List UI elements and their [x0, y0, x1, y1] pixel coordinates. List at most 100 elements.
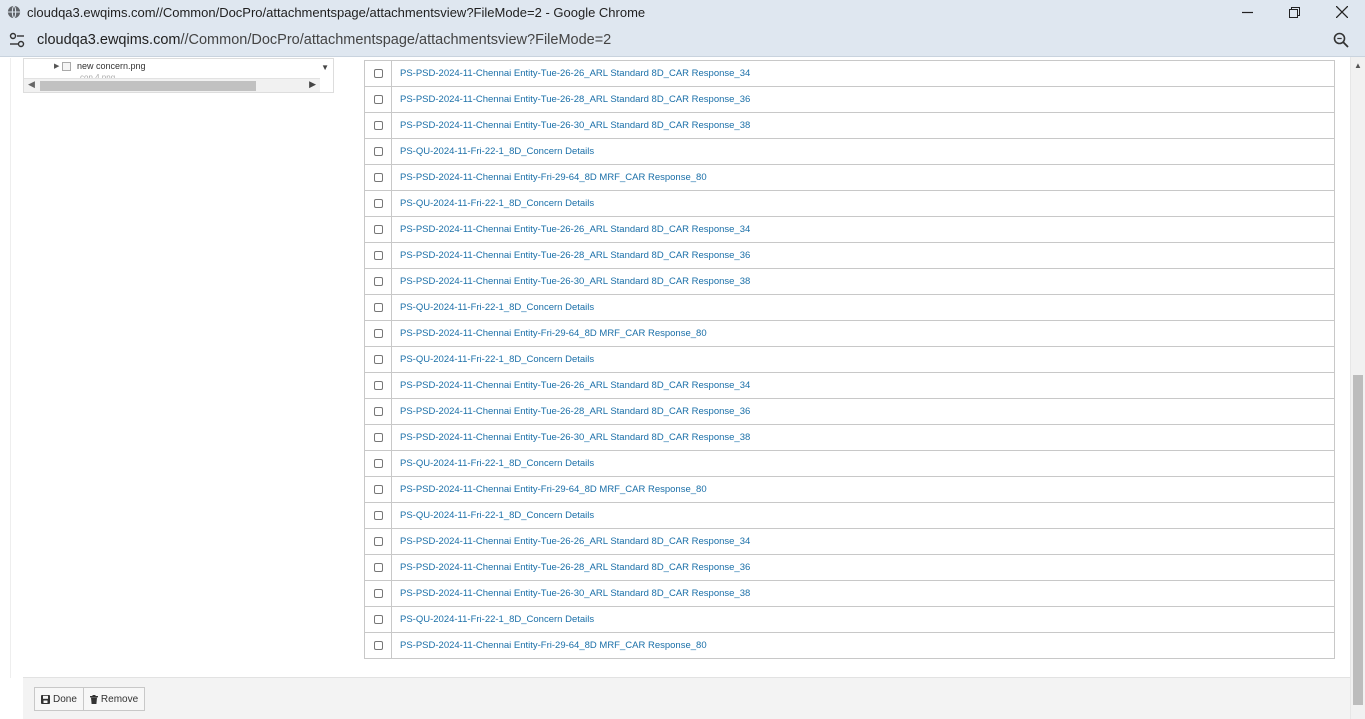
table-row: PS-QU-2024-11-Fri-22-1_8D_Concern Detail… [365, 346, 1334, 372]
row-checkbox[interactable] [373, 225, 383, 234]
row-checkbox-cell [365, 165, 392, 190]
row-checkbox-cell [365, 555, 392, 580]
row-checkbox[interactable] [373, 485, 383, 494]
attachment-link[interactable]: PS-QU-2024-11-Fri-22-1_8D_Concern Detail… [392, 503, 1334, 528]
attachment-link[interactable]: PS-PSD-2024-11-Chennai Entity-Fri-29-64_… [392, 321, 1334, 346]
tree-item[interactable]: ▶ new concern.png [54, 61, 146, 71]
row-checkbox-cell [365, 425, 392, 450]
restore-icon [1289, 6, 1300, 18]
scroll-left-icon[interactable]: ◀ [28, 79, 35, 90]
remove-button[interactable]: Remove [83, 687, 146, 711]
scroll-right-icon[interactable]: ▶ [309, 79, 316, 90]
row-checkbox-cell [365, 633, 392, 658]
table-row: PS-PSD-2024-11-Chennai Entity-Tue-26-26_… [365, 528, 1334, 554]
attachment-link[interactable]: PS-PSD-2024-11-Chennai Entity-Tue-26-26_… [392, 373, 1334, 398]
window-titlebar: cloudqa3.ewqims.com//Common/DocPro/attac… [0, 0, 1365, 24]
attachment-link[interactable]: PS-PSD-2024-11-Chennai Entity-Tue-26-30_… [392, 425, 1334, 450]
row-checkbox[interactable] [373, 147, 383, 156]
table-row: PS-QU-2024-11-Fri-22-1_8D_Concern Detail… [365, 138, 1334, 164]
globe-icon [7, 5, 21, 19]
row-checkbox[interactable] [373, 173, 383, 182]
attachment-link[interactable]: PS-PSD-2024-11-Chennai Entity-Tue-26-26_… [392, 217, 1334, 242]
attachment-link[interactable]: PS-PSD-2024-11-Chennai Entity-Tue-26-28_… [392, 87, 1334, 112]
row-checkbox-cell [365, 607, 392, 632]
row-checkbox-cell [365, 529, 392, 554]
attachment-link[interactable]: PS-QU-2024-11-Fri-22-1_8D_Concern Detail… [392, 451, 1334, 476]
expand-arrow-icon[interactable]: ▶ [54, 62, 60, 70]
footer-toolbar: Done Remove [23, 677, 1350, 719]
row-checkbox[interactable] [373, 121, 383, 130]
row-checkbox[interactable] [373, 511, 383, 520]
dropdown-arrow-icon[interactable]: ▼ [321, 63, 329, 72]
scroll-up-icon[interactable]: ▲ [1354, 61, 1362, 70]
row-checkbox[interactable] [373, 615, 383, 624]
address-bar[interactable]: cloudqa3.ewqims.com//Common/DocPro/attac… [0, 24, 1365, 57]
file-icon [62, 61, 71, 71]
row-checkbox[interactable] [373, 355, 383, 364]
row-checkbox[interactable] [373, 95, 383, 104]
remove-label: Remove [100, 693, 139, 705]
window-title: cloudqa3.ewqims.com//Common/DocPro/attac… [27, 4, 646, 20]
scrollbar-thumb[interactable] [1353, 375, 1363, 705]
scrollbar-thumb[interactable] [40, 81, 256, 91]
attachment-link[interactable]: PS-PSD-2024-11-Chennai Entity-Fri-29-64_… [392, 477, 1334, 502]
attachment-link[interactable]: PS-QU-2024-11-Fri-22-1_8D_Concern Detail… [392, 139, 1334, 164]
row-checkbox[interactable] [373, 407, 383, 416]
url-host: cloudqa3.ewqims.com [37, 32, 181, 48]
attachment-link[interactable]: PS-PSD-2024-11-Chennai Entity-Tue-26-26_… [392, 529, 1334, 554]
tree-horizontal-scrollbar[interactable]: ◀ ▶ [24, 78, 320, 92]
attachment-link[interactable]: PS-PSD-2024-11-Chennai Entity-Tue-26-28_… [392, 555, 1334, 580]
row-checkbox[interactable] [373, 199, 383, 208]
row-checkbox[interactable] [373, 433, 383, 442]
attachment-link[interactable]: PS-QU-2024-11-Fri-22-1_8D_Concern Detail… [392, 607, 1334, 632]
minimize-button[interactable] [1224, 0, 1271, 24]
done-button[interactable]: Done [34, 687, 84, 711]
attachment-link[interactable]: PS-PSD-2024-11-Chennai Entity-Tue-26-28_… [392, 243, 1334, 268]
row-checkbox[interactable] [373, 251, 383, 260]
table-row: PS-PSD-2024-11-Chennai Entity-Tue-26-28_… [365, 398, 1334, 424]
table-row: PS-PSD-2024-11-Chennai Entity-Fri-29-64_… [365, 632, 1334, 658]
row-checkbox-cell [365, 217, 392, 242]
row-checkbox[interactable] [373, 277, 383, 286]
attachment-link[interactable]: PS-QU-2024-11-Fri-22-1_8D_Concern Detail… [392, 191, 1334, 216]
trash-icon [89, 694, 98, 704]
restore-button[interactable] [1271, 0, 1318, 24]
close-button[interactable] [1318, 0, 1365, 24]
row-checkbox[interactable] [373, 69, 383, 78]
table-row: PS-PSD-2024-11-Chennai Entity-Tue-26-30_… [365, 424, 1334, 450]
attachment-link[interactable]: PS-PSD-2024-11-Chennai Entity-Fri-29-64_… [392, 633, 1334, 658]
page-vertical-scrollbar[interactable]: ▲ [1350, 57, 1365, 719]
row-checkbox[interactable] [373, 381, 383, 390]
attachment-link[interactable]: PS-PSD-2024-11-Chennai Entity-Tue-26-26_… [392, 61, 1334, 86]
row-checkbox[interactable] [373, 589, 383, 598]
table-row: PS-PSD-2024-11-Chennai Entity-Fri-29-64_… [365, 164, 1334, 190]
row-checkbox-cell [365, 503, 392, 528]
row-checkbox-cell [365, 451, 392, 476]
row-checkbox-cell [365, 139, 392, 164]
attachment-link[interactable]: PS-PSD-2024-11-Chennai Entity-Tue-26-30_… [392, 269, 1334, 294]
attachment-link[interactable]: PS-PSD-2024-11-Chennai Entity-Tue-26-28_… [392, 399, 1334, 424]
row-checkbox[interactable] [373, 641, 383, 650]
row-checkbox[interactable] [373, 563, 383, 572]
row-checkbox[interactable] [373, 459, 383, 468]
table-row: PS-PSD-2024-11-Chennai Entity-Tue-26-26_… [365, 216, 1334, 242]
attachment-link[interactable]: PS-PSD-2024-11-Chennai Entity-Fri-29-64_… [392, 165, 1334, 190]
attachment-link[interactable]: PS-QU-2024-11-Fri-22-1_8D_Concern Detail… [392, 347, 1334, 372]
url-text[interactable]: cloudqa3.ewqims.com//Common/DocPro/attac… [37, 32, 611, 48]
row-checkbox-cell [365, 295, 392, 320]
attachment-link[interactable]: PS-PSD-2024-11-Chennai Entity-Tue-26-30_… [392, 581, 1334, 606]
attachment-link[interactable]: PS-PSD-2024-11-Chennai Entity-Tue-26-30_… [392, 113, 1334, 138]
table-row: PS-PSD-2024-11-Chennai Entity-Tue-26-26_… [365, 60, 1334, 86]
attachment-link[interactable]: PS-QU-2024-11-Fri-22-1_8D_Concern Detail… [392, 295, 1334, 320]
folder-tree[interactable]: ▶ new concern.png con 4.png ▼ ◀ ▶ [23, 58, 334, 93]
row-checkbox-cell [365, 87, 392, 112]
table-row: PS-PSD-2024-11-Chennai Entity-Fri-29-64_… [365, 476, 1334, 502]
row-checkbox[interactable] [373, 537, 383, 546]
row-checkbox[interactable] [373, 303, 383, 312]
table-row: PS-PSD-2024-11-Chennai Entity-Tue-26-30_… [365, 268, 1334, 294]
zoom-icon[interactable] [1333, 32, 1349, 48]
table-row: PS-QU-2024-11-Fri-22-1_8D_Concern Detail… [365, 294, 1334, 320]
site-settings-icon[interactable] [8, 31, 26, 49]
row-checkbox[interactable] [373, 329, 383, 338]
table-row: PS-QU-2024-11-Fri-22-1_8D_Concern Detail… [365, 606, 1334, 632]
